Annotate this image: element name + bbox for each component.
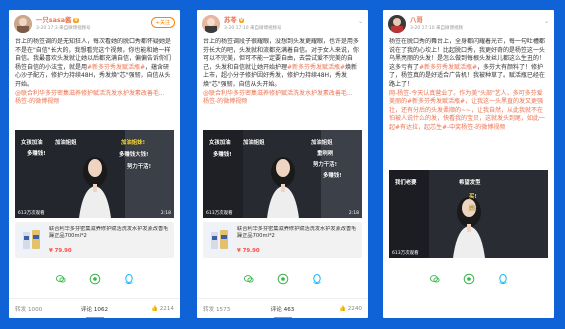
wechat-share-icon[interactable] [54, 272, 68, 286]
mention-link[interactable]: @联合利华多芬密集滋养修护赋活洗发水护发素改善毛... [203, 90, 353, 97]
mention-link[interactable]: @联合利华多芬密集滋养修护赋活洗发水护发素改善毛... [15, 90, 165, 97]
post-meta: 3-20 17:3 来自微博视频号 [36, 26, 91, 31]
product-price: ¥ 79.90 [237, 248, 260, 254]
product-card[interactable]: 联合利华多芬密集滋养修护赋活洗发水护发素改善毛躁正品700ml*2 ¥ 79.9… [15, 222, 174, 258]
video-subtitle: 加油姐姐 [243, 140, 265, 146]
video-source-link[interactable]: 杨笠-的微博视频 [203, 98, 247, 105]
username[interactable]: 一只sasa酱 V [36, 15, 79, 24]
product-card[interactable]: 联合利华多芬密集滋养修护赋活洗发水护发素改善毛躁正品700ml*2 ¥ 79.9… [203, 222, 362, 258]
video-player[interactable]: 希望发型 买! 买! 我们老要 613万次观看 [389, 170, 548, 258]
like-icon: 👍 [151, 305, 160, 312]
post-action-bar: 转发 1000 评论 1062 👍 2214 [9, 298, 180, 318]
moments-share-icon[interactable] [462, 272, 476, 286]
user-avatar[interactable] [14, 15, 32, 33]
video-duration: 2:18 [348, 211, 359, 216]
wechat-share-icon[interactable] [428, 272, 442, 286]
product-thumbnail [18, 226, 46, 254]
product-title: 联合利华多芬密集滋养修护赋活洗发水护发素改善毛躁正品700ml*2 [237, 226, 357, 239]
post-body: 台上的杨笠调的是无知狂人，每次看她的脱口秀都怀疑她是不是在"自信"长大的，我想看… [9, 38, 180, 130]
mention-link[interactable]: 网-杨笠-今天认真营业了。作为美"头部"艺人，多可多芬爱美丽的#新多芬秀发赋活瓶… [389, 90, 545, 131]
post-action-bar: 转发 1573 评论 463 👍 2240 [197, 298, 368, 318]
video-subtitle: 希望发型 [459, 180, 481, 186]
post-header: 八哥 3-20 17:10 来自微博视频 ⌄ [383, 10, 554, 38]
video-subtitle: 加油姐妹! [121, 140, 146, 146]
username[interactable]: 苏苓 V [224, 15, 245, 24]
video-subtitle: 买! [469, 194, 477, 200]
weibo-post-card: 苏苓 V 3-20 17:10 来自微博视频号 ⌄ 台上的杨笠调段子很耀眼，没想到… [197, 10, 368, 318]
video-subtitle: 多赚钱! [213, 152, 232, 158]
video-view-count: 613万次观看 [206, 211, 233, 216]
comment-count[interactable]: 评论 463 [256, 305, 309, 318]
repost-count[interactable]: 转发 1573 [203, 305, 256, 313]
moments-share-icon[interactable] [88, 272, 102, 286]
post-meta: 3-20 17:10 来自微博视频号 [224, 26, 282, 31]
qq-share-icon[interactable] [122, 272, 136, 286]
video-subtitle: 买! [469, 206, 477, 212]
chevron-down-icon[interactable]: ⌄ [358, 18, 363, 25]
video-subtitle: 我们老要 [395, 180, 417, 186]
moments-share-icon[interactable] [276, 272, 290, 286]
video-view-count: 613万次观看 [18, 211, 45, 216]
collage-background: 一只sasa酱 V 3-20 17:3 来自微博视频号 +关注 台上的杨笠调的是无… [0, 0, 565, 329]
product-title: 联合利华多芬密集滋养修护赋活洗发水护发素改善毛躁正品700ml*2 [49, 226, 169, 239]
video-subtitle: 女孩加油 [209, 140, 231, 146]
hashtag-link[interactable]: #新多芬秀发赋活瓶# [87, 64, 145, 71]
product-price: ¥ 79.90 [49, 248, 72, 254]
like-icon: 👍 [339, 305, 348, 312]
video-player[interactable]: 女孩加油 加油姐姐 加油姐姐 重咧咧 多赚钱! 努力干活! 多赚钱! 613万次… [203, 130, 362, 218]
user-avatar[interactable] [202, 15, 220, 33]
weibo-post-card: 一只sasa酱 V 3-20 17:3 来自微博视频号 +关注 台上的杨笠调的是无… [9, 10, 180, 318]
video-subtitle: 重咧咧 [317, 151, 334, 157]
video-subtitle: 努力干活! [313, 162, 338, 168]
video-subtitle: 多赚钱大钱! [119, 152, 149, 158]
follow-button[interactable]: +关注 [150, 17, 175, 28]
chevron-down-icon[interactable]: ⌄ [544, 18, 549, 25]
video-subtitle: 努力干活! [127, 164, 152, 170]
qq-share-icon[interactable] [496, 272, 510, 286]
like-count[interactable]: 👍 2240 [309, 306, 362, 312]
post-body: 台上的杨笠调段子很耀眼，没想到头发更耀眼，也许是用多芬长大的吧，头发就和流都充满… [197, 38, 368, 130]
weibo-post-card: 八哥 3-20 17:10 来自微博视频 ⌄ 杨笠在脱口秀的舞台上，全身都闪耀着… [383, 10, 554, 318]
share-bar [197, 268, 368, 290]
video-subtitle: 加油姐姐 [55, 140, 77, 146]
share-bar [9, 268, 180, 290]
video-subtitle: 女孩加油 [21, 140, 43, 146]
video-player[interactable]: 女孩加油 加油姐姐 加油姐妹! 多赚钱! 多赚钱大钱! 努力干活! 613万次观… [15, 130, 174, 218]
post-body: 杨笠在脱口秀的舞台上，全身都闪耀着光芒，每一句吐槽都说在了我的心坎上！比起脱口秀… [383, 38, 554, 170]
post-header: 一只sasa酱 V 3-20 17:3 来自微博视频号 +关注 [9, 10, 180, 38]
video-subtitle: 加油姐姐 [311, 140, 333, 146]
hashtag-link[interactable]: #新多芬秀发赋活瓶# [419, 64, 477, 71]
vip-badge: V [73, 17, 79, 23]
user-avatar[interactable] [388, 15, 406, 33]
comment-count[interactable]: 评论 1062 [68, 305, 121, 318]
video-view-count: 613万次观看 [392, 251, 419, 256]
share-bar [383, 268, 554, 290]
post-header: 苏苓 V 3-20 17:10 来自微博视频号 ⌄ [197, 10, 368, 38]
wechat-share-icon[interactable] [242, 272, 256, 286]
product-thumbnail [206, 226, 234, 254]
like-count[interactable]: 👍 2214 [121, 306, 174, 312]
video-subtitle: 多赚钱! [323, 173, 342, 179]
hashtag-link[interactable]: #新多芬秀发赋活瓶# [287, 64, 345, 71]
video-duration: 2:18 [160, 211, 171, 216]
qq-share-icon[interactable] [310, 272, 324, 286]
video-source-link[interactable]: 杨笠-的微博视频 [15, 98, 59, 105]
video-subtitle: 多赚钱! [27, 151, 46, 157]
post-meta: 3-20 17:10 来自微博视频 [410, 26, 464, 31]
username[interactable]: 八哥 [410, 15, 423, 24]
vip-badge: V [238, 17, 245, 23]
repost-count[interactable]: 转发 1000 [15, 305, 68, 313]
